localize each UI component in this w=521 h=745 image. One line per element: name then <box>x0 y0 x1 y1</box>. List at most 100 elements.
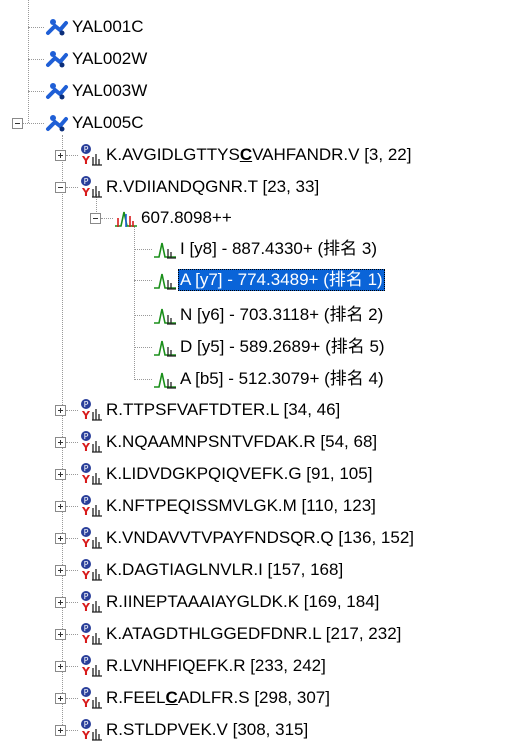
protein-label: YAL001C <box>72 17 144 36</box>
tree-line <box>66 538 78 539</box>
peptide-icon: PY <box>81 144 102 167</box>
tree-item-peptide[interactable]: PY R.FEELCADLFR.S [298, 307] <box>78 686 332 710</box>
svg-text:P: P <box>84 177 89 186</box>
tree-line <box>66 506 78 507</box>
peptide-icon: PY <box>81 559 102 582</box>
tree-line <box>66 187 78 188</box>
svg-text:P: P <box>84 624 89 633</box>
tree-line <box>66 155 78 156</box>
peptide-icon: PY <box>81 591 102 614</box>
tree-line <box>28 27 44 28</box>
fragment-spectrum-icon <box>154 242 176 259</box>
protein-label: YAL002W <box>72 49 148 68</box>
tree-line <box>134 315 152 316</box>
tree-line <box>134 280 152 281</box>
fragment-label: I [y8] - 887.4330+ (排名 3) <box>180 239 378 258</box>
tree-item-peptide[interactable]: PY K.ATAGDTHLGGEDFDNR.L [217, 232] <box>78 622 403 646</box>
fragment-label: D [y5] - 589.2689+ (排名 5) <box>180 337 385 356</box>
tree-line <box>66 698 78 699</box>
precursor-spectrum-icon <box>115 211 137 227</box>
tree-item-peptide[interactable]: PY K.AVGIDLGTTYSCVAHFANDR.V [3, 22] <box>78 143 413 167</box>
protein-label: YAL003W <box>72 81 148 100</box>
expand-toggle[interactable] <box>55 437 66 448</box>
peptide-label: K.NQAAMNPSNTVFDAK.R [54, 68] <box>106 432 378 451</box>
tree-item-peptide[interactable]: PY K.NFTPEQISSMVLGK.M [110, 123] <box>78 494 378 518</box>
svg-text:Y: Y <box>81 441 91 454</box>
tree-line <box>101 218 113 219</box>
svg-text:Y: Y <box>81 409 91 422</box>
expand-toggle[interactable] <box>55 693 66 704</box>
tree-item-fragment[interactable]: I [y8] - 887.4330+ (排名 3) <box>152 237 379 261</box>
tree-item-protein[interactable]: YAL005C <box>44 111 146 135</box>
tree-item-peptide[interactable]: PY K.VNDAVVTVPAYFNDSQR.Q [136, 152] <box>78 526 416 550</box>
tree-item-protein[interactable]: YAL003W <box>44 79 149 103</box>
svg-text:P: P <box>84 560 89 569</box>
svg-text:Y: Y <box>81 729 91 742</box>
tree-line <box>23 123 44 124</box>
expand-toggle[interactable] <box>55 661 66 672</box>
peptide-label: R.LVNHFIQEFK.R [233, 242] <box>106 656 326 675</box>
peptide-icon: PY <box>81 176 102 199</box>
tree-item-peptide[interactable]: PY K.LIDVDGKPQIQVEFK.G [91, 105] <box>78 462 374 486</box>
peptide-icon: PY <box>81 495 102 518</box>
svg-text:P: P <box>84 432 89 441</box>
tree-item-fragment[interactable]: D [y5] - 589.2689+ (排名 5) <box>152 335 387 359</box>
collapse-toggle[interactable] <box>55 182 66 193</box>
expand-toggle[interactable] <box>55 629 66 640</box>
fragment-spectrum-icon <box>154 340 176 357</box>
tree-item-peptide[interactable]: PY R.LVNHFIQEFK.R [233, 242] <box>78 654 328 678</box>
tree-line-root <box>28 0 29 123</box>
tree-item-peptide[interactable]: PY R.TTPSFVAFTDTER.L [34, 46] <box>78 398 342 422</box>
protein-icon <box>46 19 68 36</box>
tree-line <box>66 634 78 635</box>
tree-line <box>66 410 78 411</box>
tree-item-peptide[interactable]: PY R.STLDPVEK.V [308, 315] <box>78 718 310 742</box>
peptide-icon: PY <box>81 399 102 422</box>
protein-icon <box>46 115 68 132</box>
svg-text:P: P <box>84 145 89 154</box>
tree-item-protein[interactable]: YAL002W <box>44 47 149 71</box>
expand-toggle[interactable] <box>55 501 66 512</box>
expand-toggle[interactable] <box>55 597 66 608</box>
peptide-label: R.FEELCADLFR.S [298, 307] <box>106 688 330 707</box>
fragment-spectrum-icon <box>154 273 176 290</box>
tree-item-protein[interactable]: YAL001C <box>44 15 146 39</box>
expand-toggle[interactable] <box>55 725 66 736</box>
svg-text:P: P <box>84 528 89 537</box>
peptide-icon: PY <box>81 687 102 710</box>
tree-item-peptide[interactable]: PY K.NQAAMNPSNTVFDAK.R [54, 68] <box>78 430 379 454</box>
expand-toggle[interactable] <box>55 150 66 161</box>
tree-line <box>66 474 78 475</box>
tree-item-peptide[interactable]: PY K.DAGTIAGLNVLR.I [157, 168] <box>78 558 345 582</box>
svg-text:Y: Y <box>81 473 91 486</box>
fragment-label-selected: A [y7] - 774.3489+ (排名 1) <box>178 269 385 291</box>
collapse-toggle[interactable] <box>90 213 101 224</box>
tree-item-precursor[interactable]: 607.8098++ <box>113 206 234 230</box>
peptide-icon: PY <box>81 463 102 486</box>
expand-toggle[interactable] <box>55 565 66 576</box>
peptide-icon: PY <box>81 655 102 678</box>
svg-text:Y: Y <box>81 569 91 582</box>
tree-item-fragment[interactable]: A [y7] - 774.3489+ (排名 1) <box>152 268 385 292</box>
tree-line <box>66 442 78 443</box>
expand-toggle[interactable] <box>55 533 66 544</box>
tree-item-fragment[interactable]: A [b5] - 512.3079+ (排名 4) <box>152 367 386 391</box>
svg-text:P: P <box>84 592 89 601</box>
svg-text:Y: Y <box>81 665 91 678</box>
collapse-toggle[interactable] <box>12 118 23 129</box>
peptide-label: K.ATAGDTHLGGEDFDNR.L [217, 232] <box>106 624 402 643</box>
tree-item-peptide[interactable]: PY R.VDIIANDQGNR.T [23, 33] <box>78 175 321 199</box>
tree-item-fragment[interactable]: N [y6] - 703.3118+ (排名 2) <box>152 303 385 327</box>
peptide-tree: YAL001C YAL002W YAL003W YAL005C PY K.AVG… <box>0 0 521 745</box>
peptide-label: K.LIDVDGKPQIQVEFK.G [91, 105] <box>106 464 373 483</box>
peptide-label: R.TTPSFVAFTDTER.L [34, 46] <box>106 400 341 419</box>
svg-text:Y: Y <box>81 537 91 550</box>
tree-line <box>134 249 152 250</box>
expand-toggle[interactable] <box>55 469 66 480</box>
expand-toggle[interactable] <box>55 405 66 416</box>
svg-text:Y: Y <box>81 154 91 167</box>
protein-label: YAL005C <box>72 113 144 132</box>
tree-item-peptide[interactable]: PY R.IINEPTAAAIAYGLDK.K [169, 184] <box>78 590 381 614</box>
peptide-label: R.VDIIANDQGNR.T [23, 33] <box>106 177 320 196</box>
svg-text:P: P <box>84 496 89 505</box>
